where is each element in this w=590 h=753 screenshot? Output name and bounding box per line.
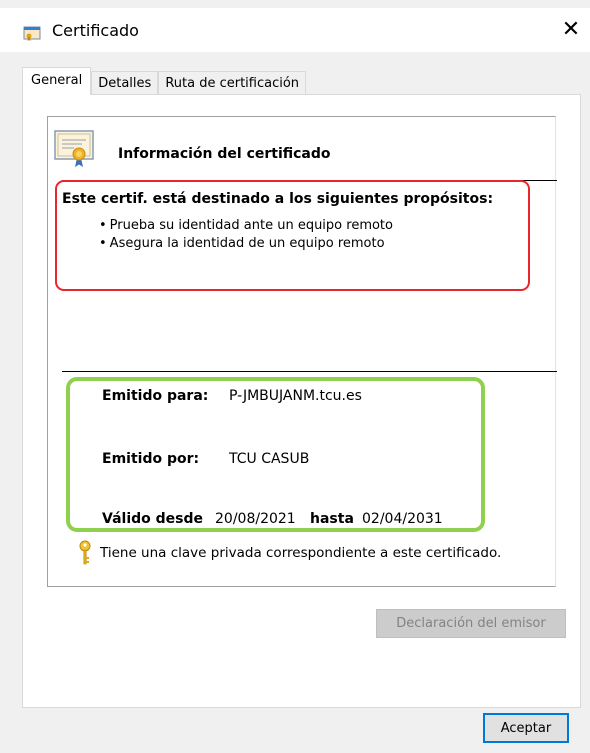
window-title: Certificado: [52, 21, 139, 40]
close-button[interactable]: ✕: [556, 14, 586, 44]
key-icon: [79, 540, 91, 565]
close-icon: ✕: [561, 16, 581, 42]
highlight-frame-red: [55, 180, 530, 291]
certificate-icon: [23, 26, 41, 41]
ok-button[interactable]: Aceptar: [483, 713, 569, 743]
divider: [62, 371, 557, 372]
tab-general[interactable]: General: [22, 67, 92, 95]
highlight-frame-green: [66, 377, 485, 532]
private-key-note: Tiene una clave privada correspondiente …: [100, 545, 502, 561]
tab-details[interactable]: Detalles: [91, 71, 159, 95]
tab-certification-path[interactable]: Ruta de certificación: [158, 71, 307, 95]
tab-strip: General Detalles Ruta de certificación: [22, 67, 307, 95]
issuer-statement-button[interactable]: Declaración del emisor: [376, 609, 566, 638]
certificate-icon: [54, 130, 94, 167]
info-title: Información del certificado: [118, 146, 331, 162]
title-bar[interactable]: Certificado ✕: [0, 8, 590, 52]
certificate-dialog: Certificado ✕ General Detalles Ruta de c…: [0, 0, 590, 753]
